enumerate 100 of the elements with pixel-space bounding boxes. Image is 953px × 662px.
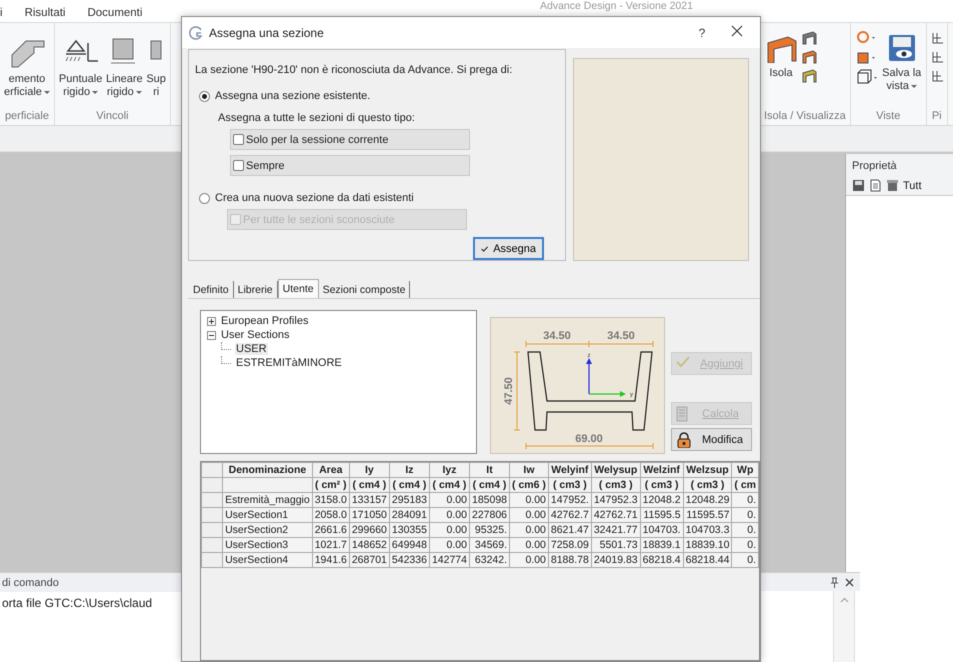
panel-title: Proprietà (846, 154, 953, 176)
floppy-eye-icon (886, 33, 917, 63)
pin-icon[interactable] (830, 576, 839, 588)
unit-header: ( cm4 ) (349, 478, 390, 492)
dimension-label: 69.00 (575, 433, 603, 445)
radio-label[interactable]: Assegna una sezione esistente. (215, 90, 370, 102)
table-cell: UserSection1 (222, 508, 312, 522)
table-cell: 0.00 (510, 492, 548, 508)
tree-item[interactable]: European Profiles (220, 315, 310, 327)
table-cell: 11595.5 (640, 508, 684, 522)
unit-header: ( cm3 ) (640, 478, 684, 492)
radio-label[interactable]: Crea una nuova sezione da dati esistenti (215, 192, 414, 204)
table-cell: UserSection3 (222, 538, 312, 552)
help-button[interactable]: ? (687, 24, 717, 40)
unit-header: ( cm4 ) (429, 478, 470, 492)
radio-button[interactable] (199, 90, 210, 102)
isolate-button[interactable]: Isola (764, 27, 798, 80)
column-header[interactable]: Welzsup (683, 462, 732, 478)
column-header[interactable]: Welzinf (640, 462, 684, 478)
table-cell: 147952.3 (591, 492, 640, 508)
tree-item[interactable]: User Sections (220, 329, 290, 341)
grid-icon[interactable] (930, 50, 943, 64)
table-cell: 284091 (389, 508, 430, 522)
cube-icon[interactable] (854, 69, 879, 85)
column-header[interactable]: Denominazione (222, 462, 312, 478)
expand-icon[interactable] (207, 316, 216, 326)
ribbon-tab[interactable]: Documenti (87, 7, 142, 19)
assign-button[interactable]: Assegna (473, 237, 544, 260)
ribbon-button[interactable]: Puntuale rigido (58, 27, 102, 99)
table-cell: Estremità_maggio (222, 492, 312, 508)
unit-header: ( cm4 ) (389, 478, 430, 492)
grid-icon[interactable] (930, 31, 943, 45)
table-cell: 1941.6 (312, 552, 350, 568)
ribbon-button[interactable]: Sup ri (146, 27, 166, 99)
table-cell: 0.00 (429, 522, 470, 538)
checkbox-button[interactable]: Solo per la sessione corrente (230, 129, 470, 150)
close-icon (731, 25, 743, 37)
message-text: La sezione 'H90-210' non è riconosciuta da Advance. Si prega di: (195, 64, 514, 76)
table-cell: 147952. (548, 492, 592, 508)
table-cell: 148652 (349, 538, 390, 552)
table-cell: 12048.2 (640, 492, 684, 508)
table-cell: 24019.83 (591, 552, 640, 568)
table-cell: 0.00 (510, 552, 548, 568)
filter-icon[interactable] (886, 179, 899, 192)
ribbon-tab[interactable]: i (0, 7, 3, 19)
document-icon[interactable] (869, 179, 882, 192)
group-label: Isola / Visualizza (764, 109, 846, 124)
save-icon[interactable] (852, 179, 865, 192)
dimension-label: 47.50 (503, 377, 515, 405)
column-header[interactable]: It (469, 462, 510, 478)
ribbon-tab[interactable]: Risultati (24, 7, 66, 19)
table-cell: 2661.6 (312, 522, 350, 538)
column-header[interactable]: Area (312, 462, 350, 478)
group-label: Vincoli (95, 109, 130, 124)
table-cell: 295183 (389, 492, 430, 508)
column-header[interactable]: Iz (389, 462, 430, 478)
table-cell: 68218.44 (683, 552, 732, 568)
collapse-icon[interactable] (207, 330, 216, 340)
table-cell: 12048.29 (683, 492, 732, 508)
column-header[interactable]: Iyz (429, 462, 470, 478)
checkbox-button[interactable]: Sempre (230, 155, 470, 176)
scroll-up-icon[interactable] (840, 597, 848, 603)
column-header[interactable]: Iw (510, 462, 548, 478)
tree-item[interactable]: USER (235, 343, 268, 355)
unit-header: ( cm3 ) (683, 478, 732, 492)
table-cell: 0.00 (510, 508, 548, 522)
table-cell: 130355 (389, 522, 430, 538)
table-cell: 18839.1 (640, 538, 684, 552)
close-icon[interactable] (845, 578, 854, 586)
logo-icon (188, 24, 204, 40)
caret-icon (911, 84, 918, 88)
tree-item[interactable]: ESTREMITàMINORE (235, 357, 343, 369)
table-cell: 11595.57 (683, 508, 732, 522)
column-header[interactable]: Welysup (591, 462, 640, 478)
table-cell: 185098 (469, 492, 510, 508)
table-cell: 542336 (389, 552, 430, 568)
radio-button[interactable] (199, 192, 210, 204)
column-header[interactable]: Welyinf (548, 462, 592, 478)
check-icon (481, 244, 488, 254)
tab[interactable]: Sezioni composte (318, 281, 410, 298)
table-cell: 18839.10 (683, 538, 732, 552)
column-header[interactable]: Wp (732, 462, 758, 478)
table-cell: 299660 (349, 522, 390, 538)
ribbon-button[interactable]: Lineare rigido (105, 27, 144, 99)
table-cell: 268701 (349, 552, 390, 568)
tab[interactable]: Utente (278, 279, 319, 298)
table-cell: 7258.09 (548, 538, 592, 552)
tab[interactable]: Definito (189, 281, 234, 298)
side-button[interactable]: Modifica (671, 428, 752, 451)
table-cell: 227806 (469, 508, 510, 522)
save-view-button[interactable]: Salva la vista (882, 27, 922, 93)
grid-icon[interactable] (930, 69, 943, 83)
filter-label[interactable]: Tutt (903, 180, 922, 192)
table-cell: 0.00 (510, 522, 548, 538)
table-cell: 8188.78 (548, 552, 592, 568)
table-cell: 42762.71 (591, 508, 640, 522)
table-cell: 0. (732, 492, 758, 508)
column-header[interactable]: Iy (349, 462, 390, 478)
group-label: Viste (875, 109, 902, 124)
ribbon-button[interactable]: emento erficiale (4, 27, 50, 99)
